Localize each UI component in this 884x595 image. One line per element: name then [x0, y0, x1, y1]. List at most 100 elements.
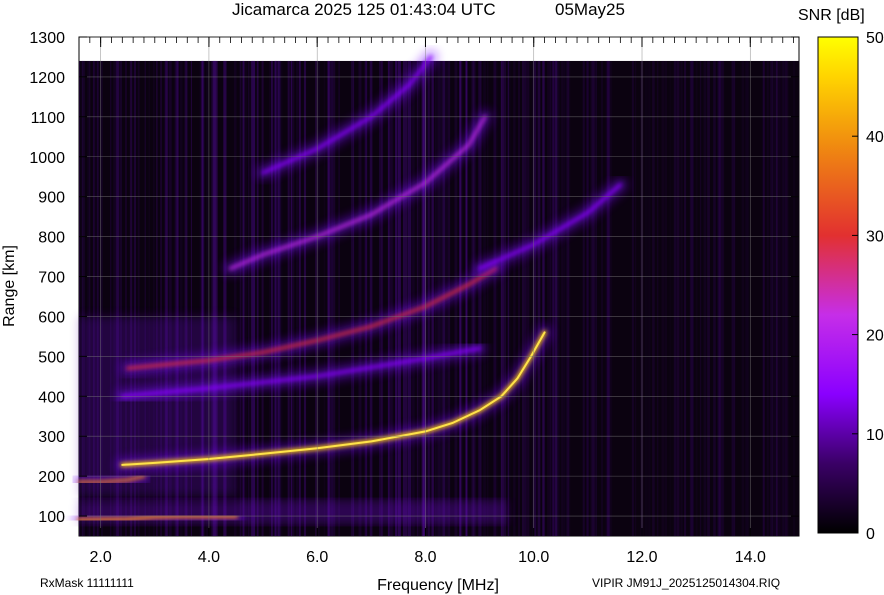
- noise-striation: [269, 60, 271, 537]
- y-tick-label: 1100: [31, 110, 66, 127]
- noise-striation: [296, 60, 299, 537]
- noise-striation: [369, 60, 373, 537]
- noise-striation: [256, 60, 258, 537]
- noise-striation: [398, 60, 401, 537]
- noise-striation: [402, 60, 405, 537]
- noise-striation: [557, 60, 560, 537]
- noise-striation: [525, 60, 527, 537]
- noise-striation: [785, 60, 789, 537]
- y-tick-label: 300: [38, 429, 65, 446]
- noise-striation: [245, 60, 247, 537]
- y-tick-label: 1300: [29, 30, 65, 47]
- noise-striation: [380, 60, 384, 537]
- noise-striation: [782, 60, 784, 537]
- noise-striation: [291, 60, 295, 537]
- noise-striation: [644, 60, 648, 537]
- colorbar-tick-label: 50: [866, 30, 884, 47]
- noise-striation: [404, 60, 408, 537]
- y-tick-label: 900: [38, 190, 65, 207]
- x-tick-label: 2.0: [90, 549, 112, 566]
- noise-striation: [534, 60, 537, 537]
- noise-striation: [564, 60, 567, 537]
- noise-striation: [275, 60, 277, 537]
- noise-striation: [703, 60, 707, 537]
- noise-striation: [661, 60, 665, 537]
- noise-striation: [741, 60, 745, 537]
- colorbar-tick-label: 20: [866, 328, 884, 345]
- noise-striation: [586, 60, 589, 537]
- noise-striation: [732, 60, 736, 537]
- colorbar-label: SNR [dB]: [798, 7, 865, 24]
- noise-striation: [280, 60, 283, 537]
- noise-striation: [298, 60, 301, 537]
- noise-striation: [680, 60, 683, 537]
- noise-striation: [287, 60, 290, 537]
- y-tick-label: 500: [38, 349, 65, 366]
- y-tick-label: 400: [38, 389, 65, 406]
- y-tick-label: 600: [38, 309, 65, 326]
- noise-striation: [766, 60, 769, 537]
- noise-striation: [590, 60, 594, 537]
- noise-striation: [631, 60, 634, 537]
- noise-striation: [722, 60, 725, 537]
- colorbar-tick-label: 30: [866, 228, 884, 245]
- noise-striation: [684, 60, 687, 537]
- rx-mask-label: RxMask 11111111: [40, 576, 134, 590]
- data-layer: [72, 50, 799, 537]
- y-tick-label: 1000: [29, 150, 65, 167]
- y-tick-label: 100: [38, 509, 65, 526]
- noise-striation: [673, 60, 676, 537]
- noise-striation: [648, 60, 651, 537]
- noise-striation: [775, 60, 779, 537]
- noise-striation: [388, 60, 392, 537]
- noise-striation: [717, 60, 719, 537]
- noise-striation: [465, 60, 468, 537]
- x-tick-label: 6.0: [306, 549, 328, 566]
- noise-striation: [413, 60, 416, 537]
- noise-striation: [303, 60, 307, 537]
- noise-striation: [713, 60, 715, 537]
- noise-striation: [412, 60, 414, 537]
- chart-title: Jicamarca 2025 125 01:43:04 UTC: [232, 0, 496, 19]
- noise-striation: [494, 60, 498, 537]
- noise-striation: [542, 60, 545, 537]
- noise-striation: [582, 60, 585, 537]
- noise-striation: [555, 60, 559, 537]
- noise-striation: [761, 60, 765, 537]
- x-axis-label: Frequency [MHz]: [377, 577, 499, 594]
- noise-striation: [695, 60, 698, 537]
- noise-striation: [707, 60, 710, 537]
- noise-striation: [521, 60, 525, 537]
- noise-striation: [418, 60, 420, 537]
- noise-striation: [677, 60, 680, 537]
- noise-striation: [247, 60, 250, 537]
- noise-striation: [518, 60, 520, 537]
- colorbar-tick-label: 0: [866, 526, 875, 543]
- noise-striation: [409, 60, 412, 537]
- colorbar-tick-label: 10: [866, 427, 884, 444]
- y-axis-label: Range [km]: [1, 245, 18, 327]
- noise-striation: [699, 60, 702, 537]
- ionogram-chart: Jicamarca 2025 125 01:43:04 UTC 05May25 …: [1, 0, 884, 594]
- noise-striation: [690, 60, 694, 537]
- noise-striation: [407, 60, 409, 537]
- noise-striation: [546, 60, 549, 537]
- noise-striation: [365, 60, 367, 537]
- noise-striation: [250, 60, 253, 537]
- x-tick-label: 14.0: [735, 549, 766, 566]
- noise-striation: [656, 60, 659, 537]
- noise-striation: [792, 60, 796, 537]
- noise-striation: [609, 60, 613, 537]
- y-tick-label: 700: [38, 270, 65, 287]
- noise-striation: [669, 60, 671, 537]
- noise-striation: [652, 60, 655, 537]
- noise-striation: [771, 60, 775, 537]
- colorbar-tick-label: 40: [866, 129, 884, 146]
- x-tick-label: 10.0: [518, 549, 549, 566]
- noise-striation: [486, 60, 489, 537]
- noise-striation: [552, 60, 554, 537]
- noise-striation: [416, 60, 419, 537]
- noise-striation: [779, 60, 781, 537]
- noise-striation: [537, 60, 541, 537]
- noise-striation: [501, 60, 503, 537]
